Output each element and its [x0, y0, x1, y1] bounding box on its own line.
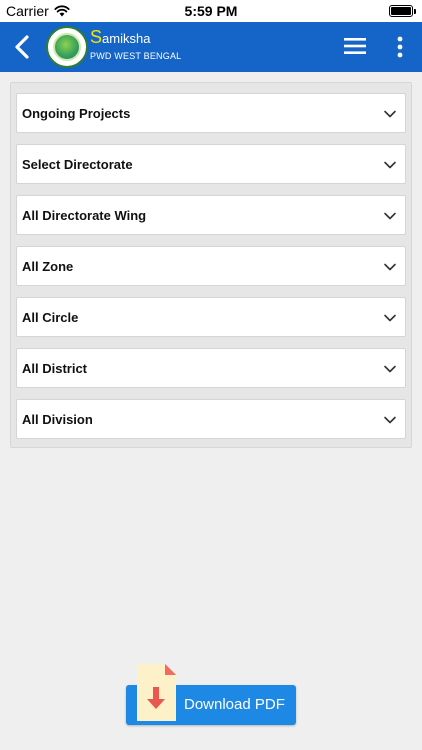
district-dropdown[interactable]: All District	[16, 348, 406, 388]
hamburger-icon	[344, 38, 366, 54]
app-subtitle: PWD WEST BENGAL	[90, 51, 182, 61]
battery-level	[391, 7, 411, 15]
more-options-button[interactable]	[393, 34, 407, 60]
chevron-down-icon	[384, 416, 396, 424]
app-title-initial: S	[90, 27, 103, 47]
more-vertical-icon	[397, 36, 403, 58]
app-title: Samiksha	[90, 27, 150, 48]
chevron-down-icon	[384, 212, 396, 220]
chevron-left-icon	[15, 35, 29, 59]
dropdown-label: Select Directorate	[22, 157, 133, 172]
division-dropdown[interactable]: All Division	[16, 399, 406, 439]
menu-button[interactable]	[343, 35, 367, 57]
dropdown-label: All District	[22, 361, 88, 376]
dropdown-label: All Directorate Wing	[22, 208, 147, 223]
pdf-download-icon[interactable]	[135, 663, 177, 723]
chevron-down-icon	[384, 365, 396, 373]
chevron-down-icon	[384, 314, 396, 322]
app-header: Samiksha PWD WEST BENGAL	[0, 22, 422, 72]
filter-panel: Ongoing Projects Select Directorate All …	[10, 82, 412, 448]
dropdown-label: Ongoing Projects	[22, 106, 131, 121]
dropdown-label: All Division	[22, 412, 93, 427]
status-bar: Carrier 5:59 PM	[0, 0, 422, 22]
battery-icon	[389, 5, 416, 17]
dropdown-label: All Zone	[22, 259, 74, 274]
logo-emblem-icon	[53, 33, 81, 61]
directorate-wing-dropdown[interactable]: All Directorate Wing	[16, 195, 406, 235]
chevron-down-icon	[384, 161, 396, 169]
dropdown-label: All Circle	[22, 310, 79, 325]
project-status-dropdown[interactable]: Ongoing Projects	[16, 93, 406, 133]
app-title-rest: amiksha	[102, 31, 151, 46]
status-time: 5:59 PM	[184, 3, 238, 19]
app-logo	[46, 26, 88, 68]
circle-dropdown[interactable]: All Circle	[16, 297, 406, 337]
chevron-down-icon	[384, 263, 396, 271]
chevron-down-icon	[384, 110, 396, 118]
zone-dropdown[interactable]: All Zone	[16, 246, 406, 286]
back-button[interactable]	[12, 34, 34, 60]
directorate-dropdown[interactable]: Select Directorate	[16, 144, 406, 184]
download-pdf-label: Download PDF	[184, 696, 285, 713]
